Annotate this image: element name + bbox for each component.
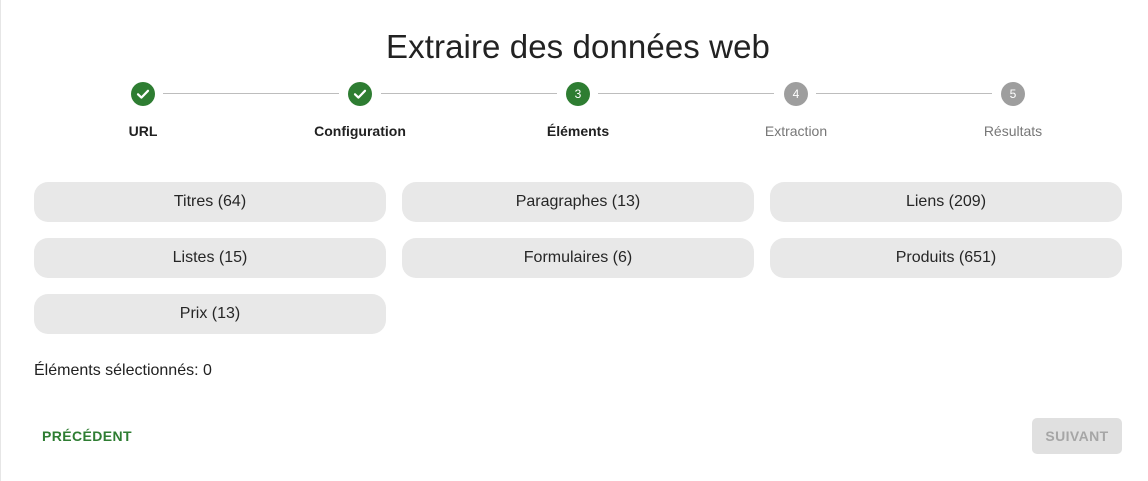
chip-paragraphs[interactable]: Paragraphes (13): [402, 182, 754, 222]
step-4-number: 4: [784, 82, 808, 106]
step-5-number: 5: [1001, 82, 1025, 106]
step-3-number: 3: [566, 82, 590, 106]
step-1-check-icon: [131, 82, 155, 106]
step-label-elements: Éléments: [546, 123, 610, 139]
wizard-panel: Extraire des données web 3 4 5 URL Confi…: [0, 0, 1148, 481]
step-label-configuration: Configuration: [314, 123, 406, 139]
chip-links[interactable]: Liens (209): [770, 182, 1122, 222]
step-connector: [816, 93, 992, 94]
chip-products[interactable]: Produits (651): [770, 238, 1122, 278]
step-connector: [381, 93, 557, 94]
chip-titles[interactable]: Titres (64): [34, 182, 386, 222]
step-connector: [163, 93, 339, 94]
chip-prices[interactable]: Prix (13): [34, 294, 386, 334]
chip-lists[interactable]: Listes (15): [34, 238, 386, 278]
selected-elements-count: Éléments sélectionnés: 0: [34, 362, 212, 379]
step-label-results: Résultats: [983, 123, 1043, 139]
chip-forms[interactable]: Formulaires (6): [402, 238, 754, 278]
page-title: Extraire des données web: [386, 28, 770, 65]
step-connector: [598, 93, 774, 94]
step-label-url: URL: [128, 123, 158, 139]
step-2-check-icon: [348, 82, 372, 106]
previous-button[interactable]: PRÉCÉDENT: [34, 418, 140, 454]
step-label-extraction: Extraction: [764, 123, 828, 139]
next-button[interactable]: SUIVANT: [1032, 418, 1122, 454]
